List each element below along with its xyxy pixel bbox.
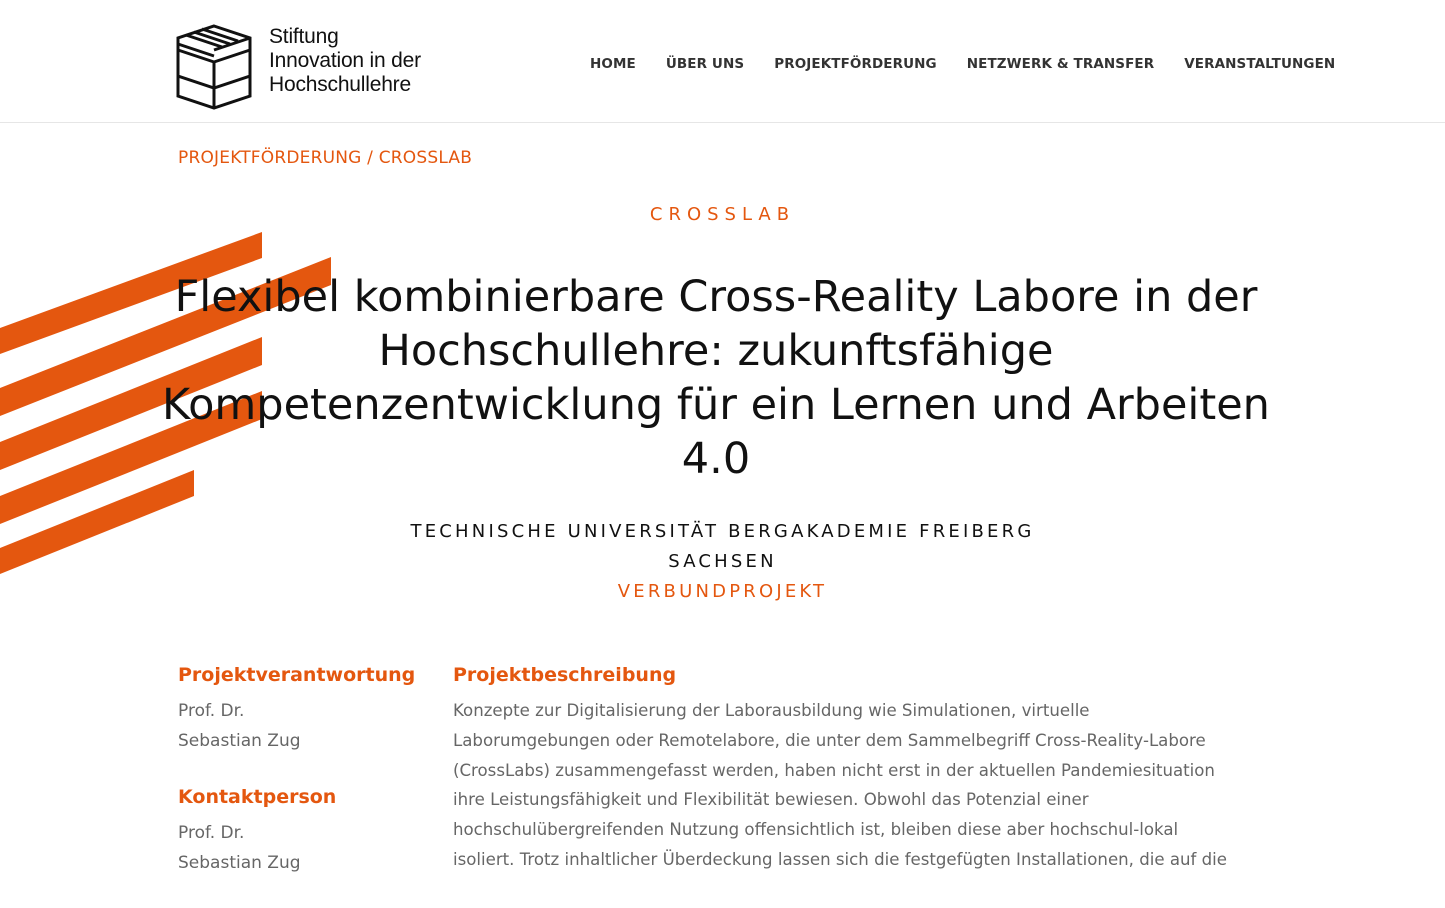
breadcrumb-current[interactable]: CROSSLAB <box>379 148 472 168</box>
foundation-name[interactable]: Stiftung Innovation in der Hochschullehr… <box>269 25 421 97</box>
contact-name: Sebastian Zug <box>178 853 301 873</box>
project-sidebar: Projektverantwortung Prof. Dr. Sebastian… <box>178 664 428 908</box>
project-type: VERBUNDPROJEKT <box>617 581 828 602</box>
breadcrumb-separator: / <box>361 148 379 168</box>
responsible-title: Prof. Dr. <box>178 701 245 721</box>
contact-heading: Kontaktperson <box>178 786 337 808</box>
nav-events[interactable]: VERANSTALTUNGEN <box>1184 56 1335 72</box>
nav-home[interactable]: HOME <box>590 56 636 72</box>
breadcrumb: PROJEKTFÖRDERUNG / CROSSLAB <box>178 148 472 168</box>
description-heading: Projektbeschreibung <box>453 664 677 686</box>
contact-title: Prof. Dr. <box>178 823 245 843</box>
nav-funding[interactable]: PROJEKTFÖRDERUNG <box>774 56 937 72</box>
project-title: Flexibel kombinierbare Cross-Reality Lab… <box>162 272 1270 484</box>
logo-line: Innovation in der <box>269 49 421 72</box>
project-description: Projektbeschreibung Konzepte zur Digital… <box>453 664 1243 875</box>
logo-line: Hochschullehre <box>269 73 411 96</box>
responsible-heading: Projektverantwortung <box>178 664 416 686</box>
federal-state: SACHSEN <box>668 551 777 572</box>
nav-about[interactable]: ÜBER UNS <box>666 56 744 72</box>
university-name: TECHNISCHE UNIVERSITÄT BERGAKADEMIE FREI… <box>410 521 1035 542</box>
logo-line: Stiftung <box>269 25 339 48</box>
breadcrumb-parent-link[interactable]: PROJEKTFÖRDERUNG <box>178 148 362 168</box>
nav-network-transfer[interactable]: NETZWERK & TRANSFER <box>967 56 1154 72</box>
main-navigation: HOME ÜBER UNS PROJEKTFÖRDERUNG NETZWERK … <box>590 56 1335 72</box>
contact-block: Kontaktperson Prof. Dr. Sebastian Zug <box>178 786 428 878</box>
project-category: CROSSLAB <box>649 204 796 225</box>
responsible-name: Sebastian Zug <box>178 731 301 751</box>
description-text: Konzepte zur Digitalisierung der Laborau… <box>453 701 1228 869</box>
foundation-logo-icon[interactable] <box>174 24 254 110</box>
site-header: Stiftung Innovation in der Hochschullehr… <box>0 0 1445 123</box>
responsible-block: Projektverantwortung Prof. Dr. Sebastian… <box>178 664 428 756</box>
